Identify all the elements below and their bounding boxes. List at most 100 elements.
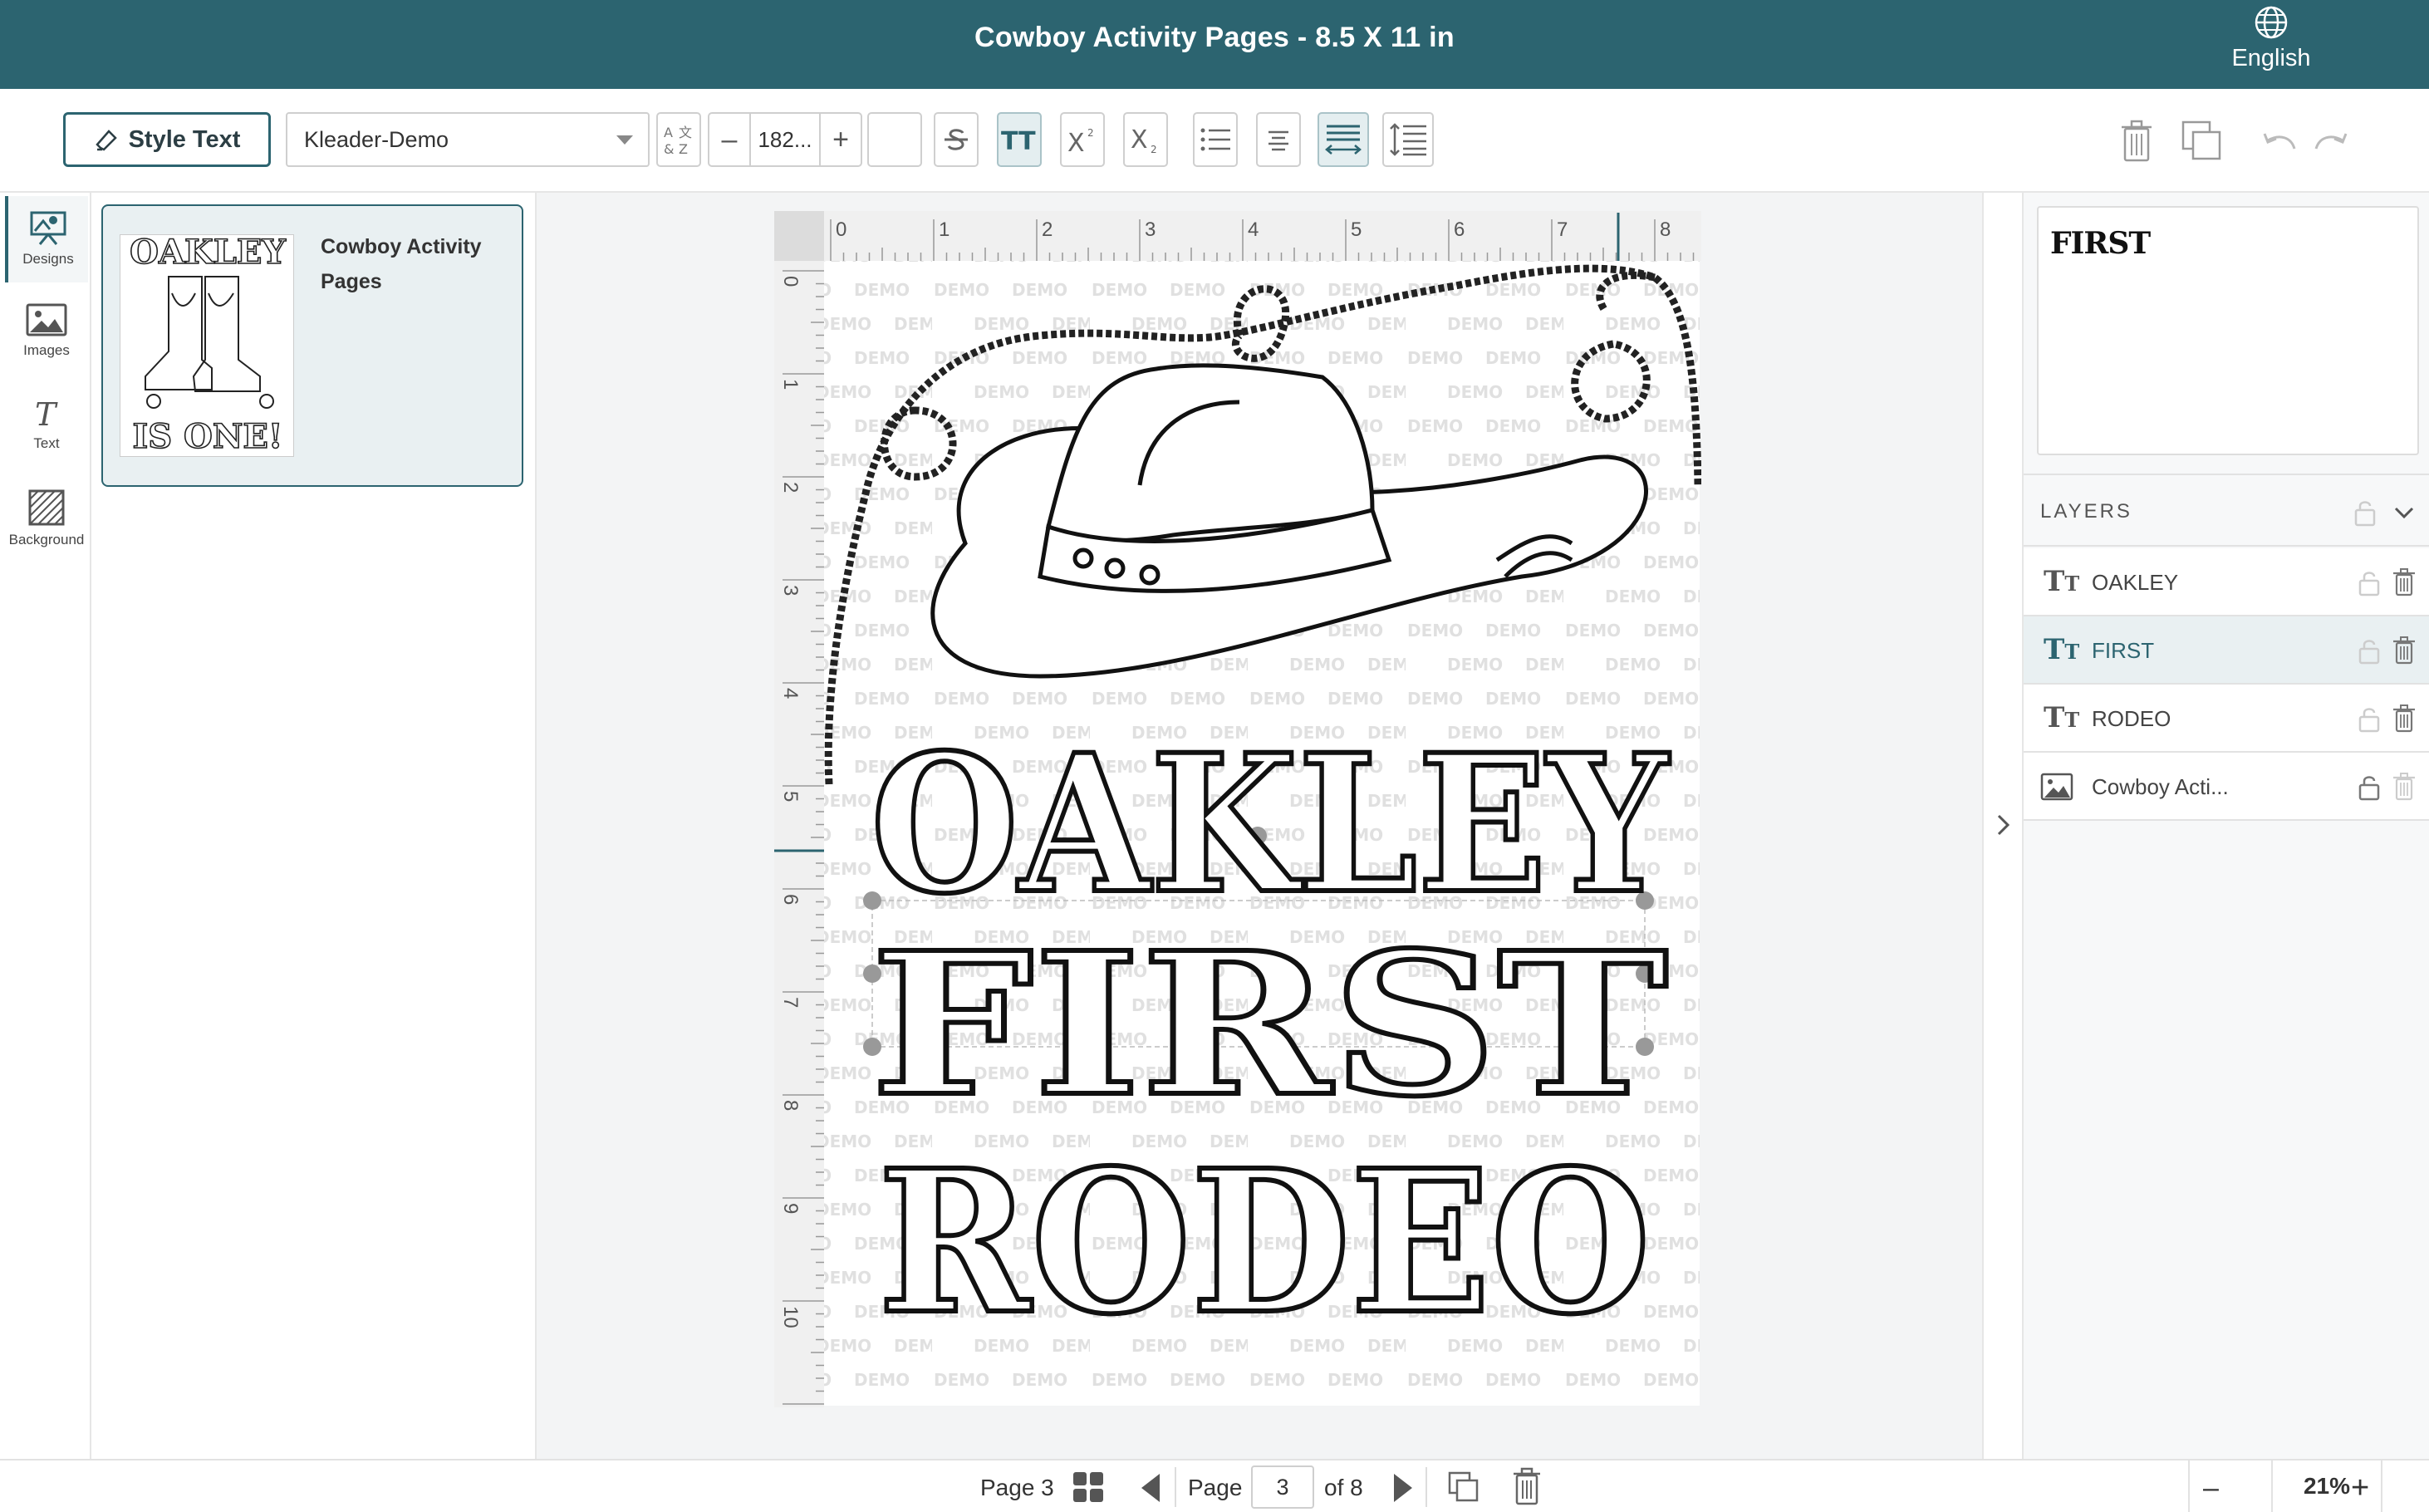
duplicate-page-icon[interactable] [1447,1470,1480,1504]
grid-view-icon[interactable] [1072,1470,1105,1504]
language-switcher[interactable]: English [2188,5,2354,72]
redo-icon[interactable] [2311,127,2349,152]
align-center-icon [1268,130,1288,151]
designs-panel: OAKLEY IS ONE! Cowboy Activity Pages [91,193,537,1459]
text-layer-icon: TT [2044,701,2080,734]
text-color-picker[interactable] [867,112,922,167]
trash-icon[interactable] [2392,568,2416,596]
strikethrough-button[interactable] [934,112,979,167]
svg-text:X: X [1067,129,1085,155]
layer-row[interactable]: TT OAKLEY [2024,548,2429,616]
lock-icon[interactable] [2358,774,2381,801]
ruler-tick-label: 10 [779,1306,802,1328]
current-page-label: Page 3 [980,1475,1054,1500]
ruler-tick-label: 0 [779,276,802,287]
right-panel-toggle[interactable] [1982,193,2024,1459]
previous-page-icon[interactable] [1138,1472,1163,1504]
status-bar: Page 3 Page 3 of 8 – 21% + [0,1459,2429,1512]
ruler-tick-label: 3 [1145,218,1156,241]
delete-page-icon[interactable] [1512,1467,1542,1505]
tool-rail: Designs Images T Text Background [0,193,91,1459]
superscript-button[interactable]: X 2 [1060,112,1105,167]
lock-all-icon[interactable] [2353,498,2377,527]
ruler-tick-label: 4 [1248,218,1259,241]
layer-name: Cowboy Acti... [2092,774,2229,799]
font-family-select[interactable]: Kleader-Demo [286,112,650,167]
text-preview: FIRST [2037,206,2419,455]
design-card-cowboy[interactable]: OAKLEY IS ONE! Cowboy Activity Pages [101,204,523,487]
font-size-stepper[interactable]: – 182... + [708,112,862,167]
style-text-button[interactable]: Style Text [63,112,271,167]
svg-text:A: A [664,125,673,140]
rail-item-text[interactable]: T Text [5,384,88,470]
page-total: of 8 [1324,1470,1363,1505]
design-canvas[interactable]: DEMO DEMO DEMO DEMO 012345678 0123456789… [774,211,1702,1430]
align-center-button[interactable] [1256,112,1301,167]
delete-icon[interactable] [2120,119,2153,162]
rail-item-designs[interactable]: Designs [5,196,88,282]
style-text-label: Style Text [128,125,241,153]
line-height-button[interactable] [1382,112,1434,167]
zoom-out-label: – [2203,1471,2219,1504]
language-label: English [2231,45,2311,71]
ruler-tick-label: 7 [1557,218,1568,241]
layer-row[interactable]: TT FIRST [2024,616,2429,685]
svg-text:文: 文 [679,125,692,140]
designs-icon [30,211,66,245]
letter-spacing-icon [1325,125,1362,155]
chevron-right-icon [1997,814,2010,836]
subscript-button[interactable]: X 2 [1123,112,1168,167]
all-caps-icon: TT [1001,127,1036,155]
ruler-tick-label: 4 [779,688,802,699]
duplicate-icon[interactable] [2180,119,2225,162]
lock-icon[interactable] [2358,638,2381,665]
font-size-increase-button[interactable]: + [821,124,861,156]
all-caps-button[interactable]: TT [997,112,1042,167]
layer-name: FIRST [2092,638,2155,663]
page-number-input[interactable]: 3 [1251,1465,1314,1509]
font-case-button[interactable]: A 文 & Z [656,112,701,167]
ruler-tick-label: 9 [779,1203,802,1214]
ruler-tick-label: 1 [779,379,802,390]
chevron-down-icon[interactable] [2392,505,2416,522]
font-size-decrease-button[interactable]: – [709,124,749,156]
lock-icon[interactable] [2358,706,2381,733]
letter-spacing-button[interactable] [1318,112,1369,167]
document-title: Cowboy Activity Pages - 8.5 X 11 in [974,22,1455,53]
zoom-in-button[interactable]: + [2351,1470,2369,1505]
subscript-icon: X 2 [1131,125,1157,155]
canvas-text-rodeo[interactable]: RODEO [876,1124,1653,1360]
page-total-label: of 8 [1324,1475,1363,1500]
bullet-list-button[interactable] [1193,112,1238,167]
page-word-label: Page [1188,1475,1243,1500]
ruler-tick-label: 2 [1042,218,1053,241]
layers-label: LAYERS [2040,500,2132,523]
layer-row[interactable]: TT RODEO [2024,685,2429,753]
ruler-tick-label: 1 [939,218,950,241]
next-page-icon[interactable] [1391,1472,1416,1504]
font-size-value[interactable]: 182... [749,114,821,165]
canvas-text-oakley[interactable]: OAKLEY [868,710,1672,938]
page-word: Page [1188,1470,1242,1505]
svg-text:2: 2 [1151,144,1157,155]
zoom-out-button[interactable]: – [2203,1470,2219,1505]
rail-item-background[interactable]: Background [5,477,88,563]
rail-item-images[interactable]: Images [5,291,88,377]
trash-icon[interactable] [2392,636,2416,665]
canvas-text-first[interactable]: FIRST [868,906,1671,1142]
svg-text:T: T [35,396,58,430]
properties-panel: FIRST LAYERS TT OAKLEY TT FIRST TT RODEO Cowbo… [2024,193,2429,1459]
layer-name: RODEO [2092,706,2171,731]
layer-row[interactable]: Cowboy Acti... [2024,753,2429,821]
rail-label-images: Images [23,342,70,358]
strikethrough-icon [945,129,968,150]
trash-icon[interactable] [2392,773,2416,801]
ruler-tick-label: 5 [1351,218,1362,241]
preview-text: FIRST [2050,226,2151,261]
lock-icon[interactable] [2358,570,2381,596]
image-layer-icon [2040,773,2073,801]
undo-icon[interactable] [2261,127,2299,152]
trash-icon[interactable] [2392,704,2416,733]
text-icon: T [35,396,58,430]
design-thumbnail: OAKLEY IS ONE! [120,234,294,457]
